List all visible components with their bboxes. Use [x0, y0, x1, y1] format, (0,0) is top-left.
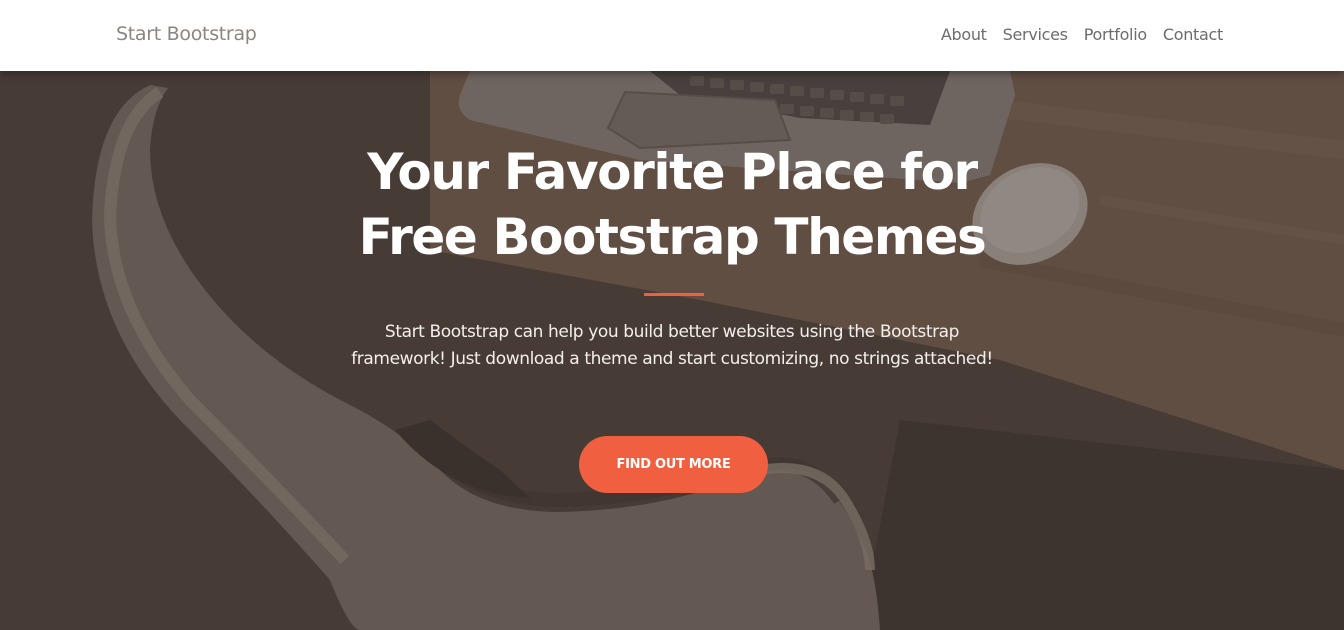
hero-headline-line-2: Free Bootstrap Themes	[358, 208, 987, 266]
hero-section: Your Favorite Place for Free Bootstrap T…	[0, 0, 1344, 630]
hero-content: Your Favorite Place for Free Bootstrap T…	[0, 0, 1344, 630]
hero-headline: Your Favorite Place for Free Bootstrap T…	[272, 140, 1072, 270]
brand-link[interactable]: Start Bootstrap	[116, 23, 257, 45]
nav-link-about[interactable]: About	[933, 25, 995, 44]
hero-lead-line-1: Start Bootstrap can help you build bette…	[384, 322, 960, 342]
hero-divider	[644, 293, 704, 296]
nav-link-portfolio[interactable]: Portfolio	[1076, 25, 1155, 44]
nav-links: About Services Portfolio Contact	[933, 25, 1223, 44]
find-out-more-button[interactable]: Find Out More	[579, 436, 768, 493]
nav-link-contact[interactable]: Contact	[1155, 25, 1223, 44]
hero-headline-line-1: Your Favorite Place for	[367, 143, 978, 201]
top-navbar: Start Bootstrap About Services Portfolio…	[0, 0, 1344, 71]
hero-lead-text: Start Bootstrap can help you build bette…	[322, 319, 1022, 373]
hero-lead-line-2: framework! Just download a theme and sta…	[351, 349, 993, 369]
nav-link-services[interactable]: Services	[995, 25, 1076, 44]
